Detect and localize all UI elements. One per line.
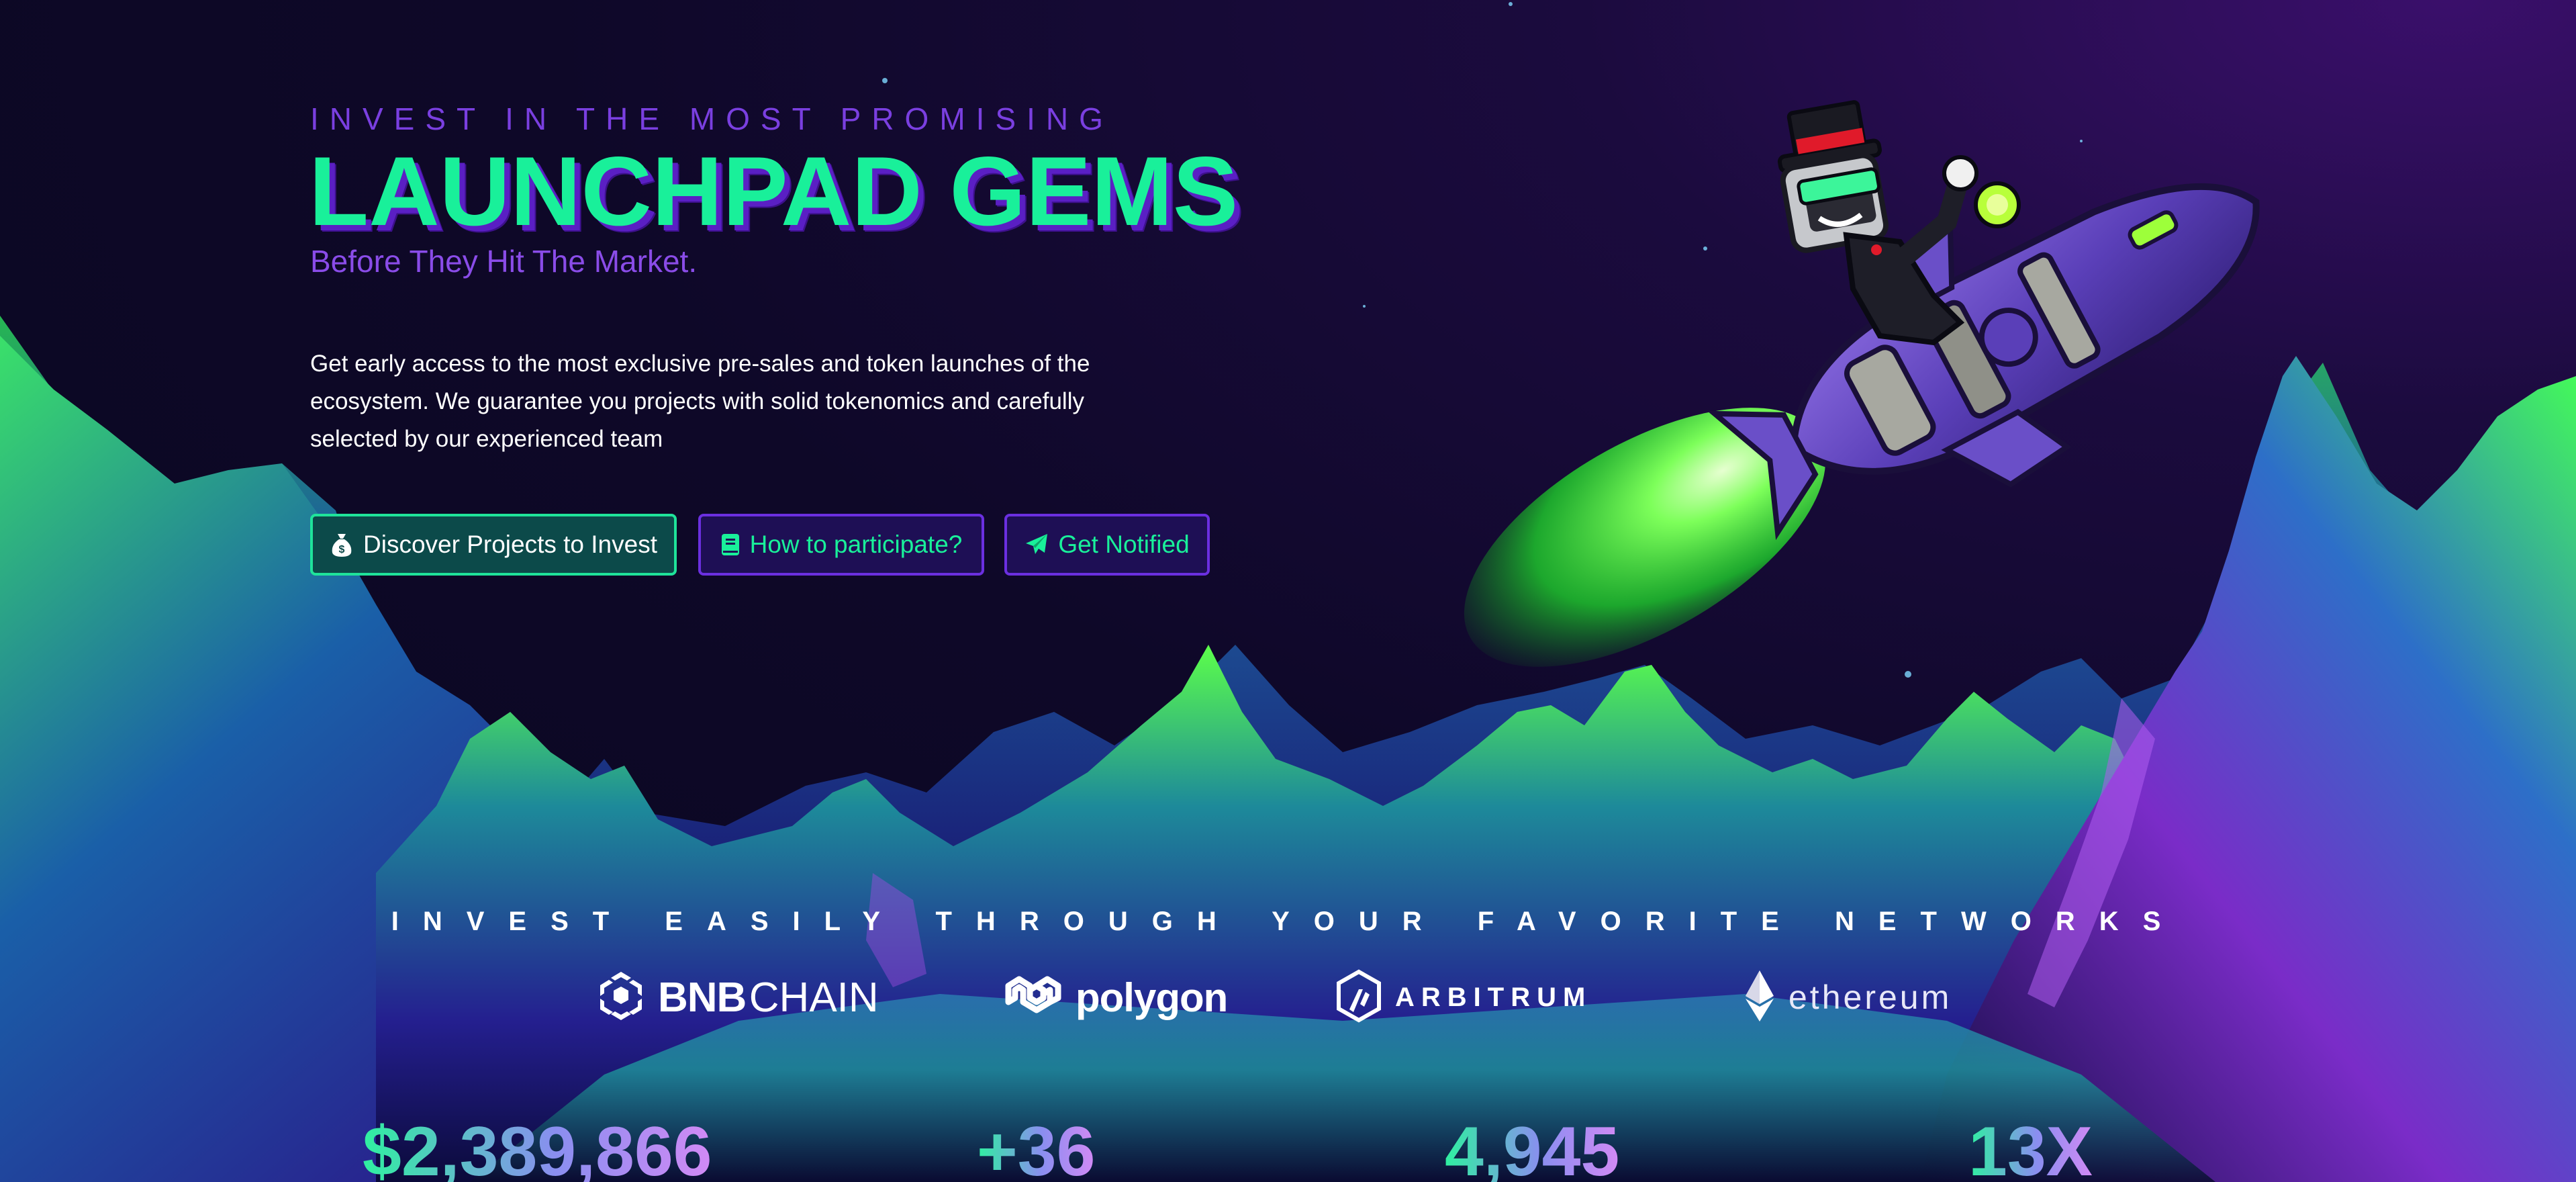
hero-subline: Before They Hit The Market. [310, 244, 698, 279]
bnb-chain-text-bold: BNB [658, 974, 747, 1021]
discover-projects-button[interactable]: $ Discover Projects to Invest [310, 514, 677, 576]
arbitrum-logo: ARBITRUM [1335, 967, 1592, 1028]
arbitrum-text: ARBITRUM [1395, 982, 1592, 1012]
networks-title: INVEST EASILY THROUGH YOUR FAVORITE NETW… [391, 907, 2185, 936]
ethereum-icon [1743, 969, 1776, 1026]
polygon-text: polygon [1076, 974, 1228, 1020]
landing-page: INVEST IN THE MOST PROMISING LAUNCHPAD G… [0, 0, 2576, 1182]
paper-plane-icon [1024, 533, 1049, 557]
svg-text:$: $ [339, 544, 345, 555]
arbitrum-icon [1335, 969, 1383, 1026]
get-notified-button[interactable]: Get Notified [1004, 514, 1210, 576]
ethereum-text: ethereum [1788, 979, 1952, 1016]
ethereum-logo: ethereum [1743, 967, 1952, 1028]
book-icon [720, 533, 741, 557]
how-to-participate-button[interactable]: How to participate? [698, 514, 984, 576]
bnb-chain-icon [596, 969, 646, 1026]
hero-headline: LAUNCHPAD GEMS [309, 136, 1239, 246]
stat-investors: 4,945 [1445, 1108, 1619, 1182]
bnb-chain-text: CHAIN [749, 974, 879, 1021]
polygon-logo: polygon [1003, 967, 1228, 1028]
get-notified-label: Get Notified [1058, 531, 1190, 558]
hero-kicker: INVEST IN THE MOST PROMISING [310, 101, 1114, 136]
money-bag-icon: $ [330, 531, 354, 558]
stat-total-raised: $2,389,866 [363, 1108, 712, 1182]
polygon-icon [1003, 970, 1063, 1026]
bnb-chain-logo: BNB CHAIN [596, 967, 879, 1028]
hero-description: Get early access to the most exclusive p… [310, 351, 1090, 452]
stat-projects: +36 [977, 1108, 1095, 1182]
stat-multiplier: 13X [1968, 1108, 2093, 1182]
discover-projects-label: Discover Projects to Invest [363, 531, 657, 558]
how-to-participate-label: How to participate? [749, 531, 963, 558]
